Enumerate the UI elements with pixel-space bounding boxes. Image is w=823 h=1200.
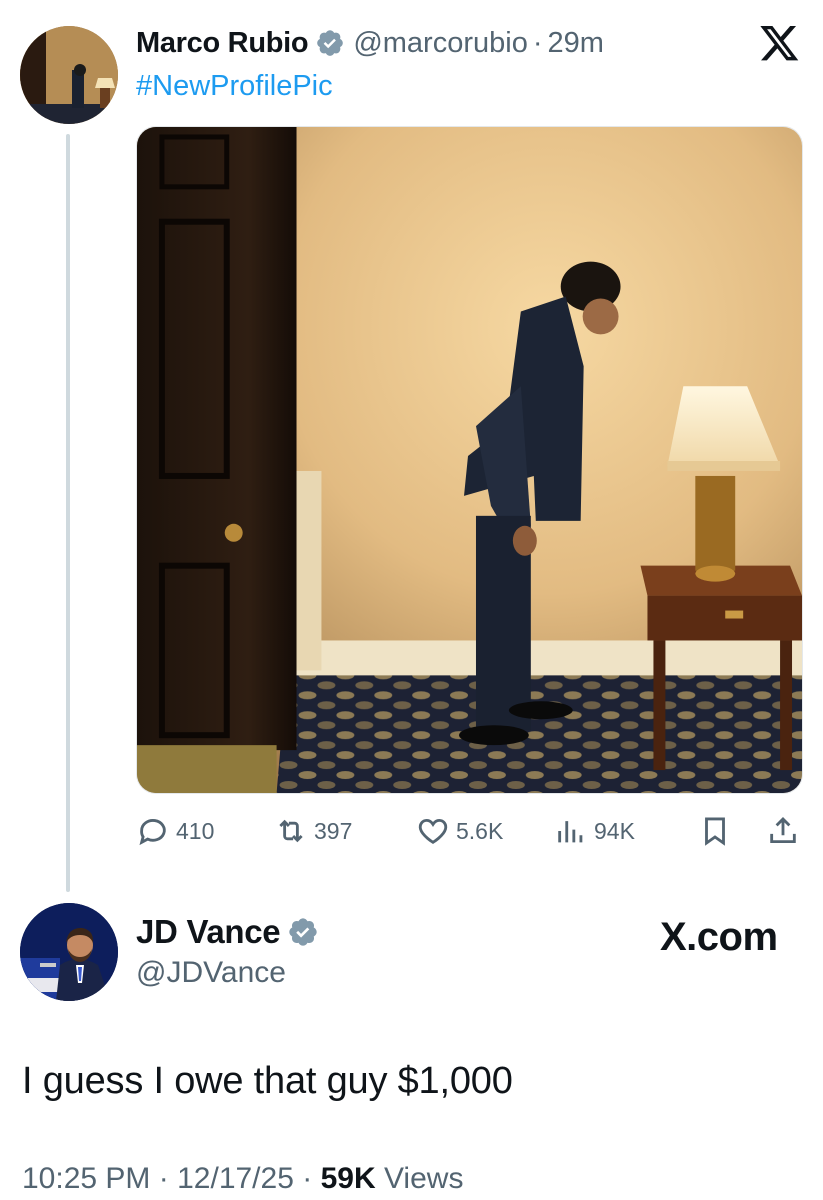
quoted-avatar[interactable]: [20, 26, 118, 124]
tweet-date[interactable]: 12/17/25: [177, 1162, 294, 1195]
author-handle[interactable]: @JDVance: [136, 956, 286, 990]
share-icon: [770, 816, 796, 844]
separator-dot: ·: [532, 26, 543, 59]
verified-badge-icon: [317, 30, 344, 56]
quoted-tweet-text[interactable]: #NewProfilePic: [136, 70, 333, 103]
repost-button[interactable]: 397: [274, 812, 352, 850]
quoted-tweet-photo[interactable]: [136, 126, 803, 794]
repost-icon: [279, 819, 303, 843]
quoted-tweet-time[interactable]: 29m: [548, 27, 604, 60]
author-avatar[interactable]: [20, 903, 118, 1001]
separator-dot: ·: [158, 1162, 169, 1195]
author-name[interactable]: JD Vance: [136, 913, 281, 951]
quoted-tweet-header: Marco Rubio @marcorubio · 29m: [136, 26, 604, 60]
reply-count: 410: [176, 817, 215, 844]
heart-icon: [418, 818, 448, 844]
quoted-tweet-actions: 410 397 5.6K 94K: [136, 812, 803, 850]
bookmark-button[interactable]: [698, 812, 738, 850]
like-count: 5.6K: [456, 817, 504, 844]
reply-button[interactable]: 410: [136, 812, 214, 850]
tweet-time[interactable]: 10:25 PM: [22, 1162, 150, 1195]
tweet-views-label: Views: [383, 1162, 464, 1195]
views-button[interactable]: 94K: [554, 812, 635, 850]
tweet-text: I guess I owe that guy $1,000: [22, 1060, 513, 1102]
views-chart-icon: [558, 821, 583, 843]
quoted-author-name[interactable]: Marco Rubio: [136, 27, 309, 60]
verified-badge-icon: [289, 918, 318, 946]
tweet-metadata: 10:25 PM · 12/17/25 · 59K Views: [22, 1162, 463, 1196]
thread-connector-line: [66, 134, 70, 892]
quoted-author-handle[interactable]: @marcorubio: [353, 27, 528, 60]
x-logo-icon: [760, 26, 799, 61]
reply-icon: [139, 819, 166, 846]
tweet-views-count[interactable]: 59K: [321, 1162, 376, 1195]
repost-count: 397: [314, 817, 353, 844]
views-count: 94K: [594, 817, 635, 844]
separator-dot: ·: [302, 1162, 313, 1195]
bookmark-icon: [705, 817, 725, 846]
x-com-watermark: X.com: [660, 915, 778, 959]
x-com-text: X.com: [660, 914, 778, 959]
share-button[interactable]: [766, 812, 806, 850]
author-name-row: JD Vance: [136, 912, 327, 952]
like-button[interactable]: 5.6K: [416, 812, 503, 850]
